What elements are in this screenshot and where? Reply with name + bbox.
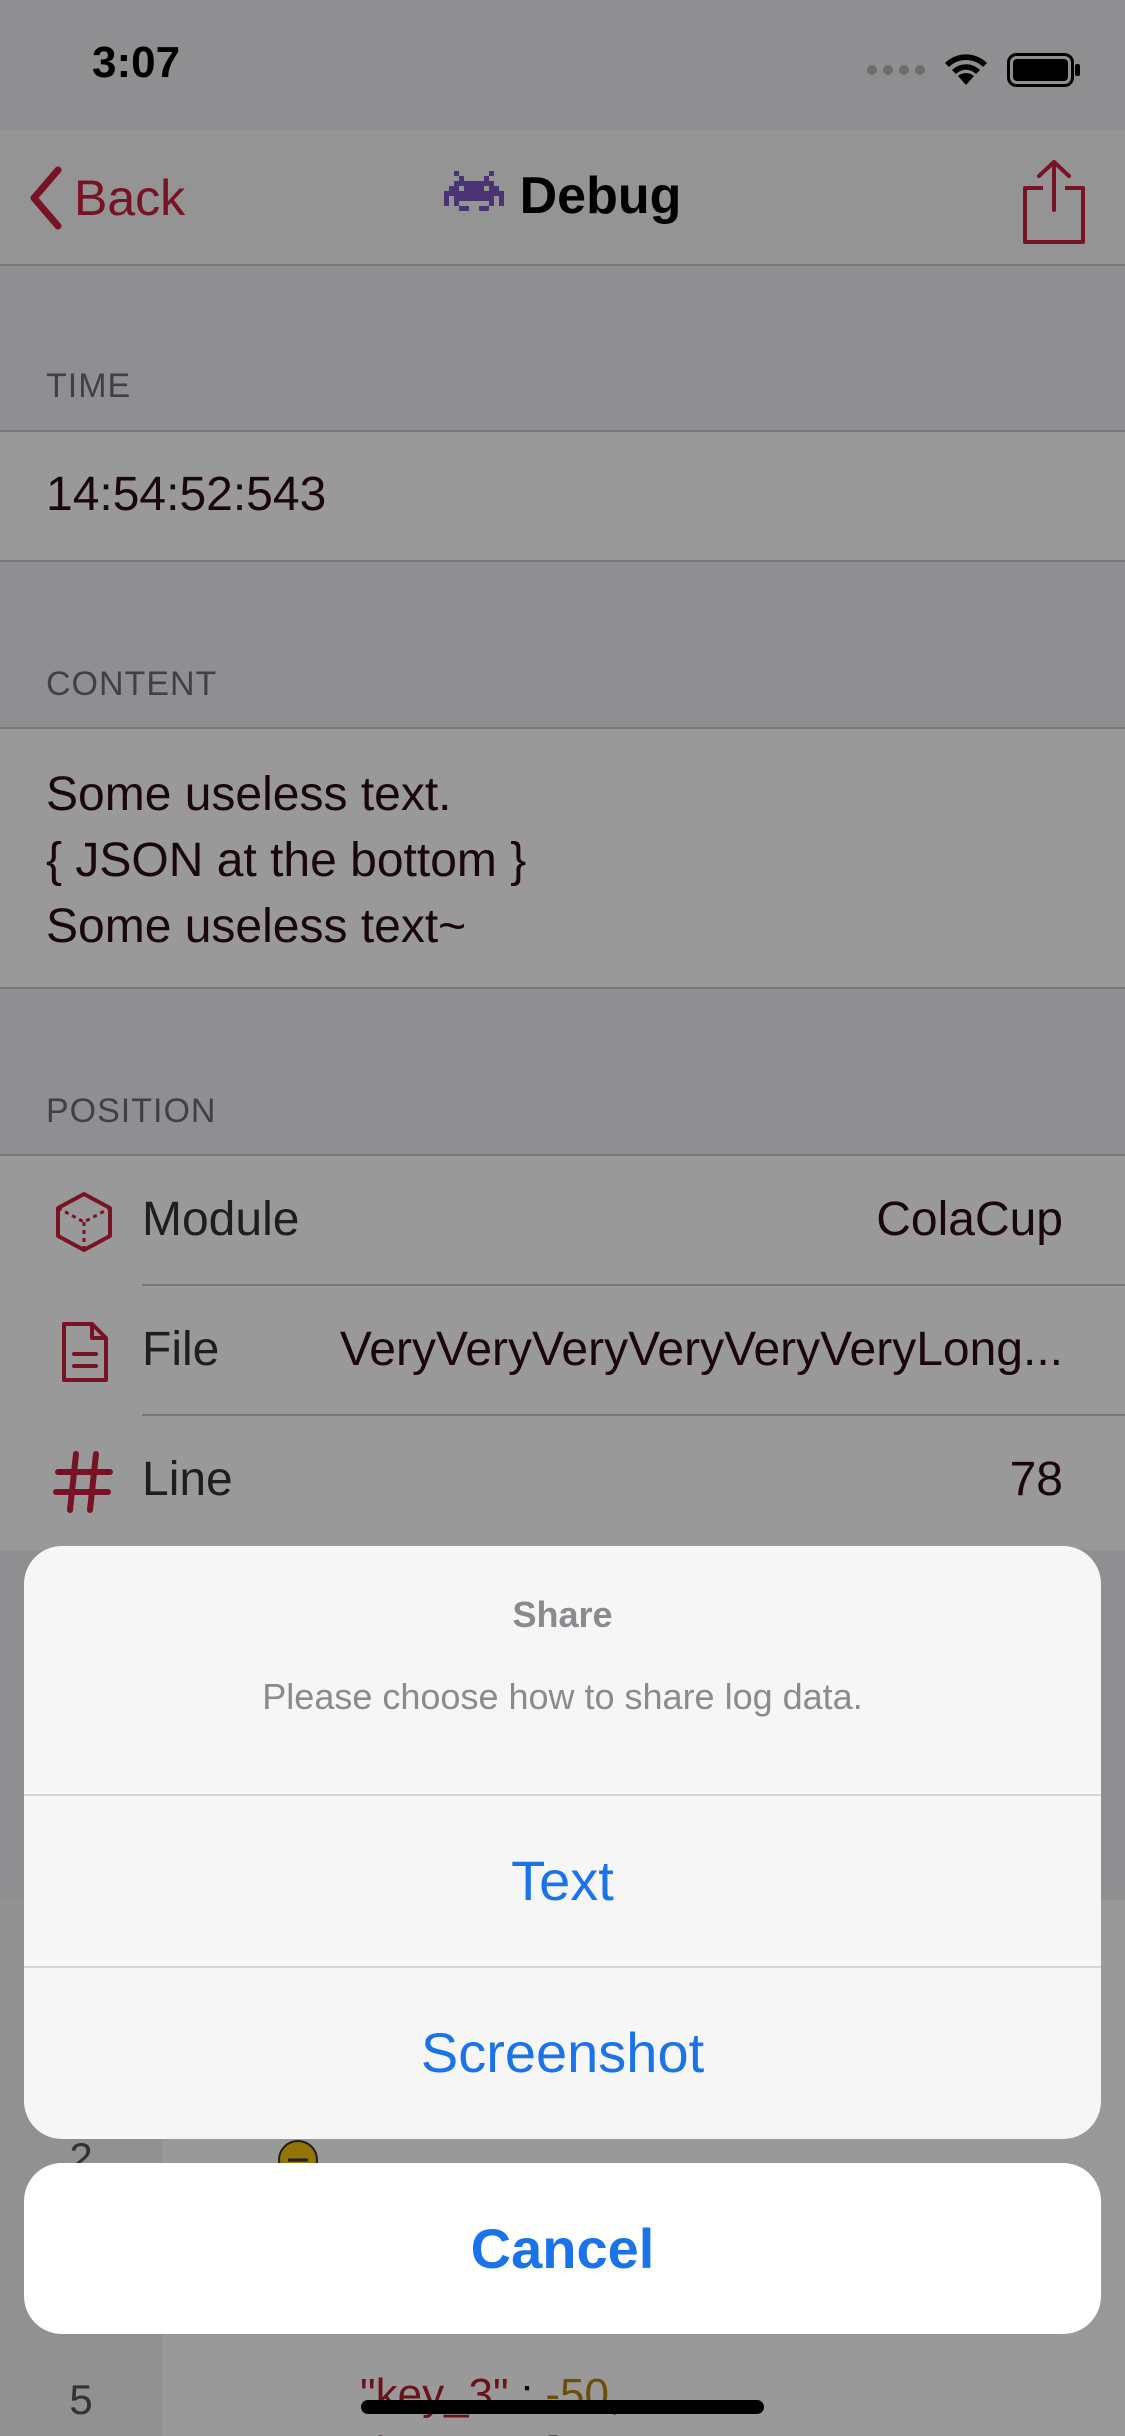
share-text-button[interactable]: Text	[24, 1796, 1101, 1966]
cancel-button[interactable]: Cancel	[24, 2163, 1101, 2334]
sheet-title: Share	[512, 1594, 613, 1635]
share-screenshot-button[interactable]: Screenshot	[24, 1968, 1101, 2138]
home-indicator	[361, 2400, 764, 2414]
sheet-message: Please choose how to share log data.	[262, 1676, 863, 1717]
share-action-sheet: Share Please choose how to share log dat…	[24, 1546, 1101, 2139]
debug-screen: 3:07 Back Debug TIME 14:54:52:543 CONTEN…	[0, 0, 1125, 2436]
